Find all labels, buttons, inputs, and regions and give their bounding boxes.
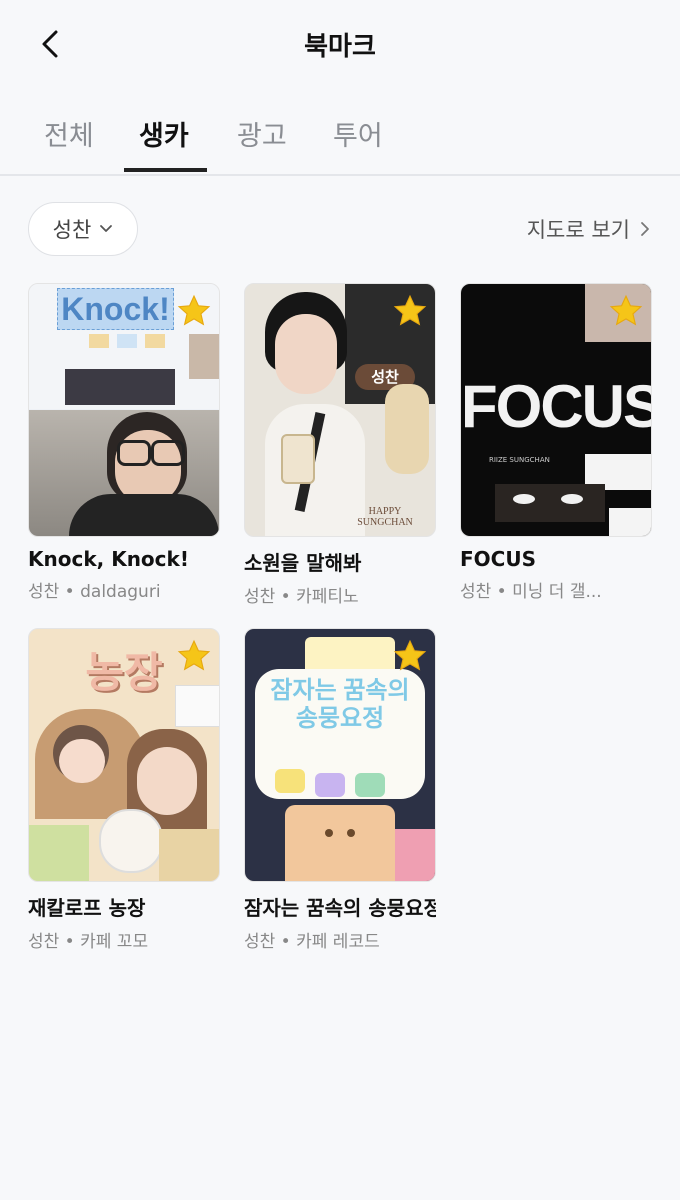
card-subtitle: 성찬 • 카페티노 bbox=[244, 587, 359, 607]
chevron-right-icon bbox=[641, 222, 649, 236]
map-link-label: 지도로 보기 bbox=[526, 218, 630, 242]
chevron-down-icon bbox=[100, 225, 113, 232]
card-title: 잠자는 꿈속의 송뭉요정 bbox=[244, 896, 436, 920]
tab-ad[interactable]: 광고 bbox=[237, 114, 287, 153]
cafe-card[interactable]: Knock! Knock, Knock! 성찬 • daldaguri bbox=[28, 283, 220, 602]
tab-bar: 전체 생카 광고 투어 bbox=[0, 100, 680, 176]
poster-caption: HAPPY SUNGCHAN bbox=[357, 506, 413, 528]
poster-thumbnail[interactable]: 농장 bbox=[28, 628, 220, 882]
artist-filter-dropdown[interactable]: 성찬 bbox=[28, 202, 138, 256]
card-subtitle: 성찬 • 카페 레코드 bbox=[244, 932, 380, 952]
bookmark-star-icon[interactable] bbox=[609, 294, 643, 328]
active-tab-indicator bbox=[124, 168, 207, 172]
poster-thumbnail[interactable]: 잠자는 꿈속의 송뭉요정 bbox=[244, 628, 436, 882]
card-title: Knock, Knock! bbox=[28, 547, 189, 571]
card-subtitle: 성찬 • 미닝 더 갤... bbox=[460, 582, 602, 602]
bookmark-star-icon[interactable] bbox=[393, 639, 427, 673]
poster-thumbnail[interactable]: Knock! bbox=[28, 283, 220, 537]
tab-cafe[interactable]: 생카 bbox=[139, 114, 189, 153]
poster-thumbnail[interactable]: 성찬 HAPPY SUNGCHAN bbox=[244, 283, 436, 537]
cafe-card[interactable]: 농장 재칼로프 농장 성찬 • 카페 꼬모 bbox=[28, 628, 220, 952]
card-title: 소원을 말해봐 bbox=[244, 551, 362, 575]
view-on-map-link[interactable]: 지도로 보기 bbox=[527, 214, 650, 244]
bookmark-star-icon[interactable] bbox=[177, 639, 211, 673]
tab-tour[interactable]: 투어 bbox=[333, 114, 383, 153]
top-bar: 북마크 bbox=[0, 0, 680, 90]
card-title: FOCUS bbox=[460, 547, 536, 571]
bookmark-star-icon[interactable] bbox=[177, 294, 211, 328]
tab-all[interactable]: 전체 bbox=[44, 114, 94, 153]
cafe-card[interactable]: FOCUS RIIZE SUNGCHAN FOCUS 성찬 • 미닝 더 갤..… bbox=[460, 283, 652, 602]
poster-thumbnail[interactable]: FOCUS RIIZE SUNGCHAN bbox=[460, 283, 652, 537]
card-subtitle: 성찬 • 카페 꼬모 bbox=[28, 932, 149, 952]
bookmark-star-icon[interactable] bbox=[393, 294, 427, 328]
poster-caption: RIIZE SUNGCHAN bbox=[489, 456, 550, 464]
poster-headline: 농장 bbox=[85, 649, 163, 696]
cafe-card[interactable]: 잠자는 꿈속의 송뭉요정 잠자는 꿈속의 송뭉요정 성찬 • 카페 레코드 bbox=[244, 628, 436, 952]
poster-headline: Knock! bbox=[57, 288, 174, 330]
page-title: 북마크 bbox=[304, 32, 376, 62]
card-title: 재칼로프 농장 bbox=[28, 896, 146, 920]
poster-headline: FOCUS bbox=[461, 373, 651, 440]
cafe-card[interactable]: 성찬 HAPPY SUNGCHAN 소원을 말해봐 성찬 • 카페티노 bbox=[244, 283, 436, 607]
card-subtitle: 성찬 • daldaguri bbox=[28, 582, 161, 602]
filter-label: 성찬 bbox=[52, 218, 92, 242]
